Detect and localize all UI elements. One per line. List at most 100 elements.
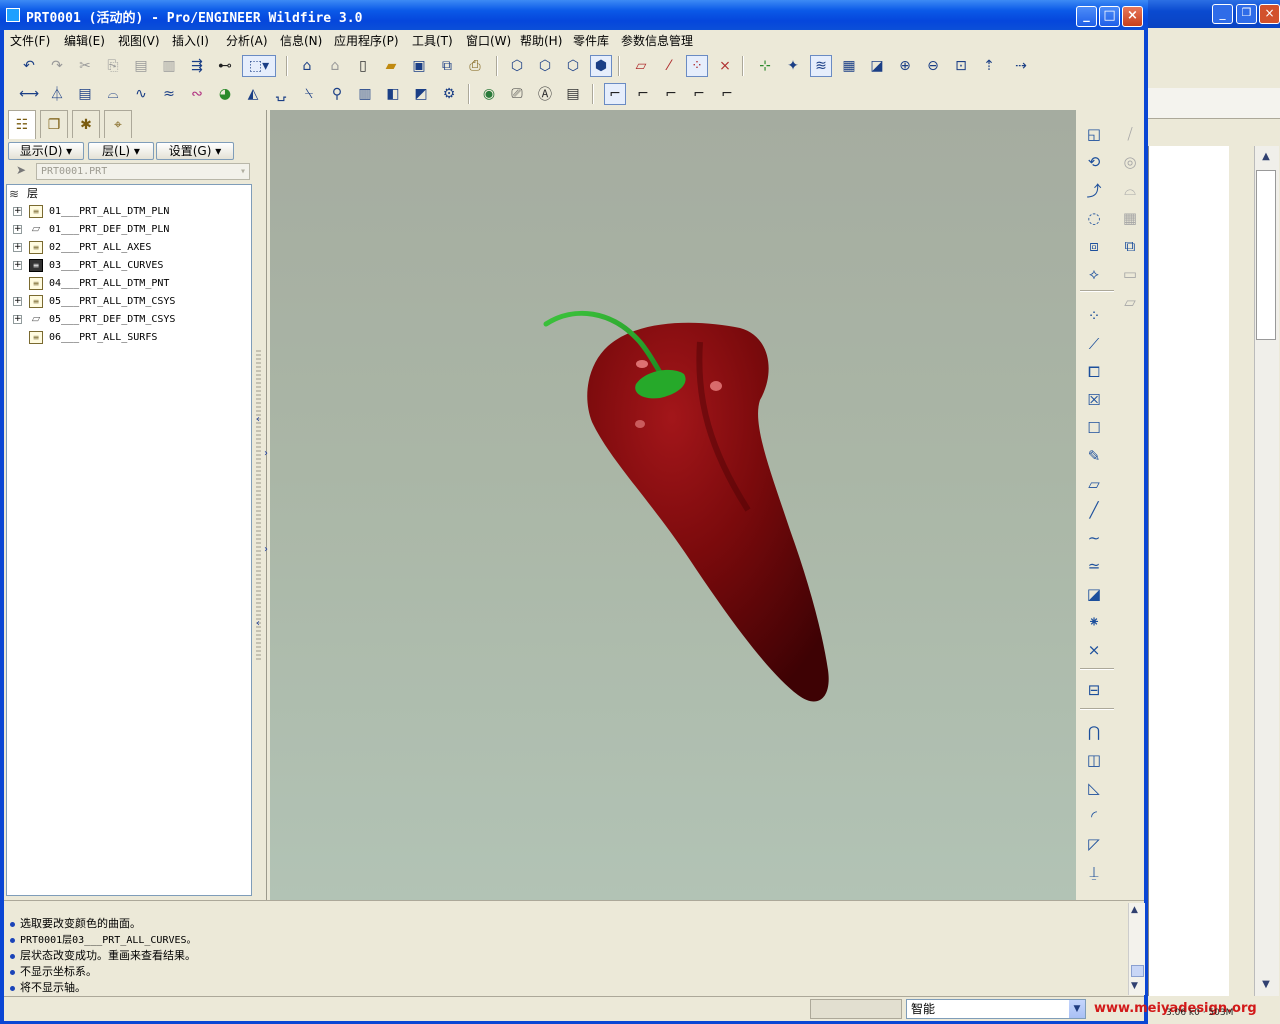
solidify-icon[interactable]: ▭ [1118,262,1142,286]
expand-icon[interactable]: + [13,207,22,216]
texture-icon[interactable]: ⍀ [298,83,320,105]
expand-right-icon[interactable]: › [264,448,268,459]
shading-wireframe-icon[interactable]: ⬡ [506,55,528,77]
menu-tools[interactable]: 工具(T) [412,32,453,49]
layer-tree[interactable]: ≋ 层 + ≡ 01___PRT_ALL_DTM_PLN + ▱ 01___PRT_DEF… [6,184,252,896]
extrude-icon[interactable]: ◱ [1082,122,1106,146]
round-auto-icon[interactable]: ⌐ [660,83,682,105]
blend-icon[interactable]: ◌ [1082,206,1106,230]
menu-parameter-management[interactable]: 参数信息管理 [621,32,693,49]
undo-icon[interactable]: ↶ [18,55,40,77]
no-hidden-icon[interactable]: ⬡ [562,55,584,77]
scroll-down-icon[interactable]: ▼ [1131,981,1138,991]
globe-icon[interactable]: ◉ [478,83,500,105]
layer-row[interactable]: ≡ 06___PRT_ALL_SURFS [7,329,247,347]
round-edge-icon[interactable]: ⌐ [632,83,654,105]
tab-favorites[interactable]: ✱ [72,110,100,138]
scroll-up-icon[interactable]: ▲ [1131,905,1138,915]
tab-connections[interactable]: ⌖ [104,110,132,138]
collapse-left-icon[interactable]: ‹ [256,618,260,629]
print-icon[interactable]: ⎙ [464,55,486,77]
style-icon[interactable]: ☒ [1082,388,1106,412]
datum-plane-icon[interactable]: ▱ [1082,472,1106,496]
message-scrollbar[interactable]: ▲ ▼ [1128,903,1145,995]
color-map-icon[interactable]: ◕ [214,83,236,105]
menu-insert[interactable]: 插入(I) [172,32,209,49]
settings-dropdown-button[interactable]: 设置(G) ▾ [156,142,234,160]
collapse-left-icon[interactable]: ‹ [256,414,260,425]
menu-edit[interactable]: 编辑(E) [64,32,105,49]
select-pointer-icon[interactable]: ➤ [10,163,32,180]
scroll-up-icon[interactable]: ▲ [1257,148,1275,166]
zoom-out-icon[interactable]: ⊖ [922,55,944,77]
spin-center-icon[interactable]: ⊹ [754,55,776,77]
datum-planes-icon[interactable]: ▱ [630,55,652,77]
lights-icon[interactable]: ⍽ [270,83,292,105]
view-manager-icon[interactable]: ▦ [838,55,860,77]
mirror-icon[interactable]: ⧸ [1118,122,1142,146]
cut-icon[interactable]: ✂ [74,55,96,77]
layer-dropdown-button[interactable]: 层(L) ▾ [88,142,154,160]
layer-row[interactable]: + ≡ 01___PRT_ALL_DTM_PLN [7,203,247,221]
close-button[interactable]: × [1122,6,1143,27]
menu-help[interactable]: 帮助(H) [520,32,562,49]
render-icon[interactable]: ◧ [382,83,404,105]
shrinkwrap-icon[interactable]: ☐ [1082,416,1106,440]
tab-folder-browser[interactable]: ❐ [40,110,68,138]
open-model-icon[interactable]: ⌂ [296,55,318,77]
chamfer-icon[interactable]: ◸ [1082,832,1106,856]
titlebar[interactable]: PRT0001 (活动的) - Pro/ENGINEER Wildfire 3.… [0,0,1148,30]
layers-icon[interactable]: ≋ [810,55,832,77]
reflection-icon[interactable]: ◭ [242,83,264,105]
render-region-icon[interactable]: ◩ [410,83,432,105]
text-icon[interactable]: Ⓐ [534,83,556,105]
datum-points-icon[interactable]: ⁘ [686,55,708,77]
csys-icon[interactable]: ⨯ [714,55,736,77]
menu-view[interactable]: 视图(V) [118,32,160,49]
offset-icon[interactable]: ◎ [1118,150,1142,174]
find-icon[interactable]: ⊷ [214,55,236,77]
expand-icon[interactable]: + [13,243,22,252]
copy-icon[interactable]: ⎘ [102,55,124,77]
menu-file[interactable]: 文件(F) [10,32,50,49]
curvature-icon[interactable]: ∿ [130,83,152,105]
new-icon[interactable]: ▯ [352,55,374,77]
repaint-icon[interactable]: ◪ [866,55,888,77]
menu-window[interactable]: 窗口(W) [466,32,511,49]
scroll-thumb[interactable] [1256,170,1276,340]
round-variable-icon[interactable]: ⌐ [716,83,738,105]
panel-splitter[interactable]: ‹ ‹ [256,350,262,670]
sketch-icon[interactable]: ≃ [1082,554,1106,578]
appearance-icon[interactable]: ⚙ [438,83,460,105]
layer-row[interactable]: + ▱ 01___PRT_DEF_DTM_PLN [7,221,247,239]
shading-analysis-icon[interactable]: ∾ [186,83,208,105]
save-icon[interactable]: ▣ [408,55,430,77]
scroll-thumb[interactable] [1131,965,1144,977]
shading-icon[interactable]: ⬢ [590,55,612,77]
round-tool-icon[interactable]: ◜ [1082,804,1106,828]
expand-icon[interactable]: + [13,315,22,324]
rib-icon[interactable]: ◫ [1082,748,1106,772]
layer-row[interactable]: + ≡ 02___PRT_ALL_AXES [7,239,247,257]
maximize-button[interactable]: □ [1099,6,1120,27]
expand-right-icon[interactable]: › [264,544,268,555]
datum-point-icon[interactable]: ⁘ [1082,304,1106,328]
mass-prop-icon[interactable]: ⏃ [46,83,68,105]
boundary-icon[interactable]: ⟡ [1082,262,1106,286]
thicken-icon[interactable]: ⧈ [1082,234,1106,258]
orient-icon[interactable]: ⇡ [978,55,1000,77]
layer-row[interactable]: + ≡ 03___PRT_ALL_CURVES [7,257,247,275]
revolve-icon[interactable]: ⟲ [1082,150,1106,174]
save-copy-icon[interactable]: ⧉ [436,55,458,77]
draft-tool-icon[interactable]: ◺ [1082,776,1106,800]
hole-icon[interactable]: ✎ [1082,444,1106,468]
bg-minimize-button[interactable]: _ [1212,4,1233,24]
curve-icon[interactable]: ∼ [1082,526,1106,550]
merge-icon[interactable]: ⌓ [1118,178,1142,202]
bg-restore-button[interactable]: ❐ [1236,4,1257,24]
select-box-icon[interactable]: ⬚▾ [242,55,276,77]
pattern-icon[interactable]: ▦ [1118,206,1142,230]
expand-icon[interactable]: + [13,297,22,306]
active-layer-object-select[interactable]: PRT0001.PRT ▾ [36,163,250,180]
refit-icon[interactable]: ⊡ [950,55,972,77]
